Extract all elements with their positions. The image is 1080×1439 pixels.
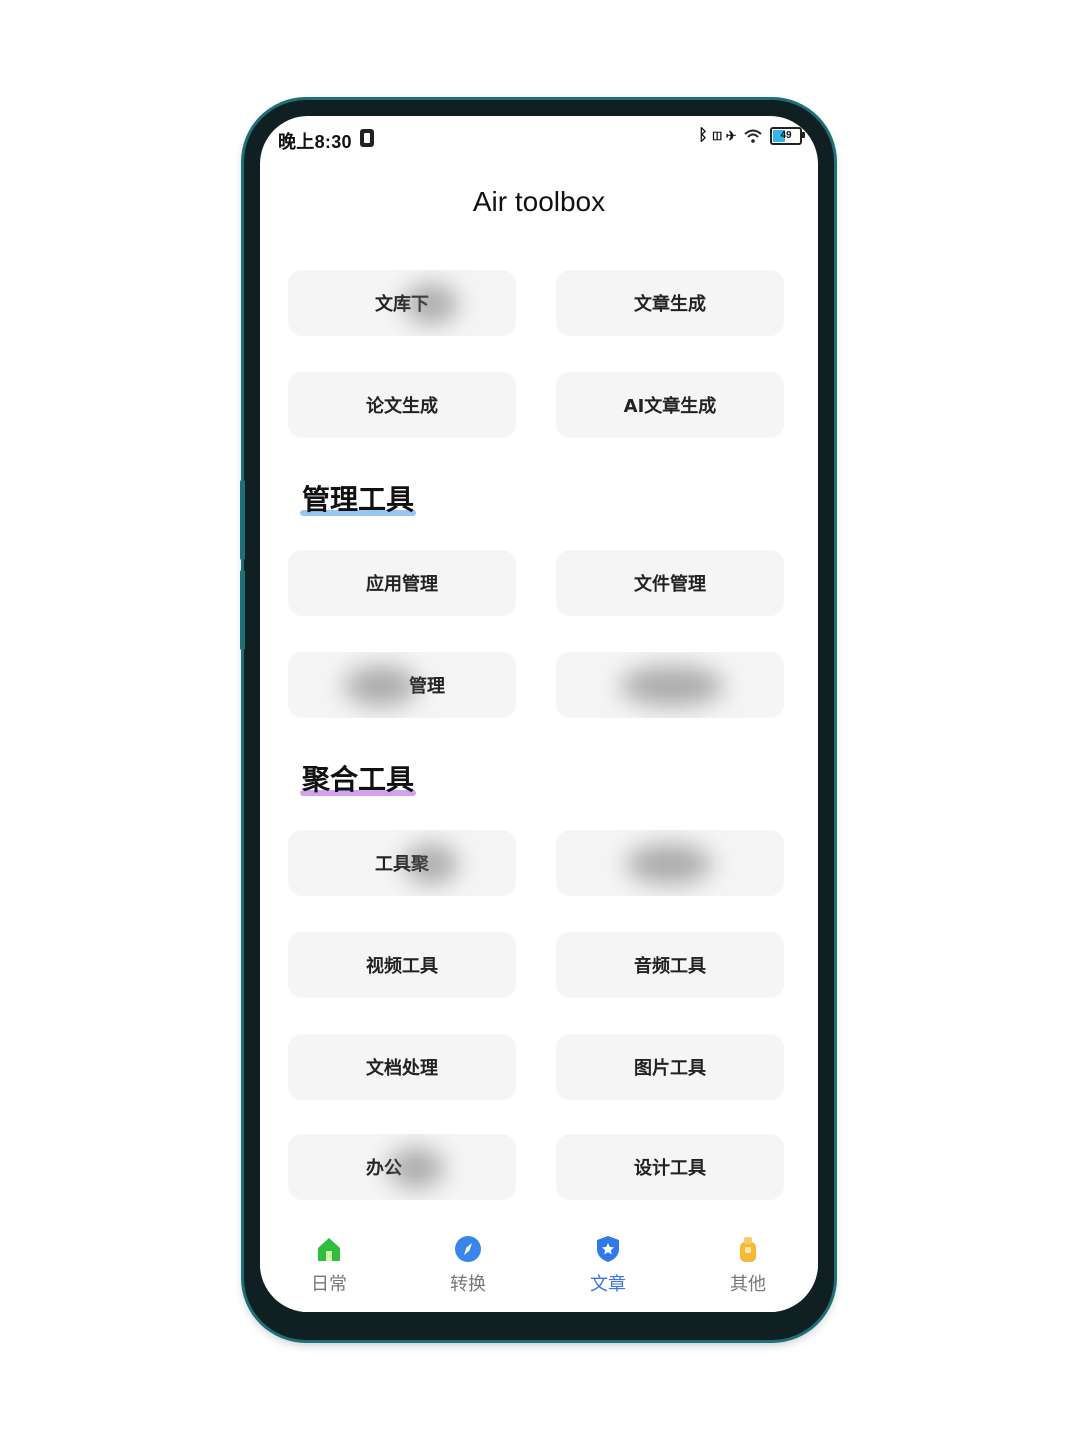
nav-item-daily[interactable]: 日常	[279, 1234, 379, 1296]
nav-label: 转换	[450, 1274, 486, 1295]
tool-button-label: 应用管理	[366, 574, 438, 595]
section-heading-aggregate: 聚合工具	[300, 758, 417, 798]
tool-button-label: 文件管理	[634, 574, 706, 595]
phone-screen: 晚上8:30 ᛒ ◫ ✈ 49 Air toolbox 文库下 文章生成 论文生…	[260, 116, 818, 1312]
bag-icon	[740, 1237, 756, 1262]
tool-button-label: 工具聚	[375, 854, 429, 875]
tool-button-obscured[interactable]	[556, 830, 784, 896]
home-icon	[318, 1238, 340, 1261]
nav-label: 文章	[590, 1274, 626, 1295]
tool-button-label: 管理	[409, 676, 445, 697]
tool-button-office[interactable]: 办公	[288, 1134, 516, 1200]
tool-button-label: 视频工具	[366, 956, 438, 977]
notification-icon	[360, 129, 374, 147]
nav-label: 日常	[311, 1274, 347, 1295]
tool-button-paper-generate[interactable]: 论文生成	[288, 372, 516, 438]
battery-icon: 49	[770, 127, 805, 145]
tool-button-label: 论文生成	[366, 396, 438, 417]
tool-button-library-download[interactable]: 文库下	[288, 270, 516, 336]
tool-button-design-tools[interactable]: 设计工具	[556, 1134, 784, 1200]
tool-button-audio-tools[interactable]: 音频工具	[556, 932, 784, 998]
tool-button-obscured-management[interactable]: 管理	[288, 652, 516, 718]
compass-icon	[455, 1236, 481, 1262]
tool-button-label: 音频工具	[634, 956, 706, 977]
nav-label: 其他	[730, 1274, 766, 1295]
tool-button-document-processing[interactable]: 文档处理	[288, 1034, 516, 1100]
wifi-icon	[744, 129, 762, 143]
tool-button-video-tools[interactable]: 视频工具	[288, 932, 516, 998]
shield-star-icon	[597, 1236, 619, 1262]
tool-button-label: AI文章生成	[623, 396, 717, 417]
tool-button-image-tools[interactable]: 图片工具	[556, 1034, 784, 1100]
battery-level: 49	[780, 130, 792, 141]
tool-button-ai-article-generate[interactable]: AI文章生成	[556, 372, 784, 438]
bluetooth-vibrate-airplane-icons: ᛒ ◫ ✈	[698, 127, 736, 144]
tool-button-label: 文库下	[375, 294, 429, 315]
page-title: Air toolbox	[472, 186, 606, 217]
tool-button-label: 设计工具	[634, 1158, 706, 1179]
bottom-nav: 日常 转换 文章 其他	[260, 1216, 818, 1312]
blur-overlay	[620, 666, 724, 706]
section-heading-management: 管理工具	[300, 478, 417, 518]
photo-backdrop: 晚上8:30 ᛒ ◫ ✈ 49 Air toolbox 文库下 文章生成 论文生…	[0, 0, 1080, 1439]
nav-item-article[interactable]: 文章	[558, 1234, 658, 1296]
nav-item-other[interactable]: 其他	[698, 1234, 798, 1296]
tool-button-label: 文档处理	[366, 1058, 438, 1079]
nav-item-convert[interactable]: 转换	[418, 1234, 518, 1296]
tool-button-label: 图片工具	[634, 1058, 706, 1079]
tool-button-label: 办公	[366, 1158, 402, 1179]
tool-button-obscured[interactable]	[556, 652, 784, 718]
status-icons: ᛒ ◫ ✈ 49	[698, 127, 805, 145]
status-bar: 晚上8:30 ᛒ ◫ ✈ 49	[260, 116, 818, 162]
tool-button-file-management[interactable]: 文件管理	[556, 550, 784, 616]
phone-frame: 晚上8:30 ᛒ ◫ ✈ 49 Air toolbox 文库下 文章生成 论文生…	[240, 100, 834, 1340]
blur-overlay	[626, 844, 712, 884]
section-heading-text: 聚合工具	[302, 763, 415, 796]
tool-button-article-generate[interactable]: 文章生成	[556, 270, 784, 336]
tool-button-label: 文章生成	[634, 294, 706, 315]
status-time: 晚上8:30	[278, 132, 352, 152]
section-heading-text: 管理工具	[302, 483, 415, 516]
tool-button-tool-aggregate[interactable]: 工具聚	[288, 830, 516, 896]
tool-button-app-management[interactable]: 应用管理	[288, 550, 516, 616]
volume-button	[240, 570, 245, 650]
volume-button	[240, 480, 245, 560]
